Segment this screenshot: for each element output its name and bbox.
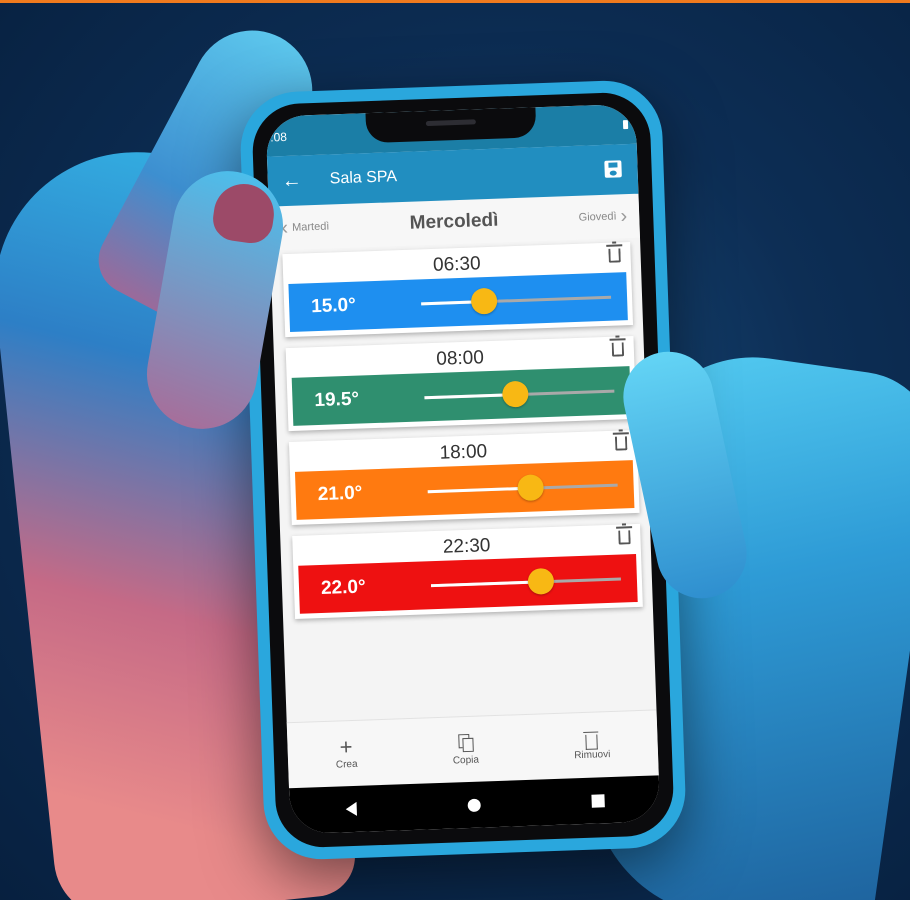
- temperature-slider[interactable]: [421, 287, 612, 315]
- back-arrow-icon[interactable]: ←: [281, 169, 312, 193]
- slider-fill: [430, 579, 542, 587]
- page-title: Sala SPA: [329, 168, 398, 188]
- previous-day-button[interactable]: ‹ Martedì: [277, 215, 330, 240]
- create-button[interactable]: + Crea: [335, 734, 358, 771]
- previous-day-label: Martedì: [291, 220, 330, 234]
- schedule-list: 06:30 15.0° 08:00 19.5° 18:00 21.0° 22:3…: [270, 238, 653, 620]
- slider-fill: [427, 486, 531, 493]
- nav-back-icon[interactable]: [345, 801, 357, 817]
- slider-thumb[interactable]: [527, 567, 555, 595]
- phone-bezel: :08 ← Sala SPA ‹ Martedì Mercoledì Giove…: [251, 91, 675, 849]
- phone-screen: :08 ← Sala SPA ‹ Martedì Mercoledì Giove…: [265, 103, 661, 835]
- nav-home-icon[interactable]: [466, 798, 481, 812]
- schedule-slot: 18:00 21.0°: [288, 429, 640, 526]
- nav-recents-icon[interactable]: [590, 793, 605, 808]
- battery-icon: [622, 120, 629, 130]
- create-label: Crea: [335, 758, 358, 771]
- temperature-slider[interactable]: [427, 473, 618, 501]
- trash-icon: [585, 733, 599, 750]
- copy-label: Copia: [452, 754, 480, 767]
- slot-temperature: 22.0°: [320, 576, 366, 600]
- plus-icon: +: [339, 734, 353, 760]
- speaker-grille: [425, 119, 476, 127]
- remove-button[interactable]: Rimuovi: [573, 730, 611, 761]
- chevron-right-icon: ›: [620, 204, 628, 227]
- top-accent-stripe: [0, 0, 910, 3]
- schedule-slot: 08:00 19.5°: [285, 335, 637, 432]
- slider-thumb[interactable]: [470, 287, 498, 315]
- delete-slot-icon[interactable]: [614, 436, 628, 451]
- phone-device: :08 ← Sala SPA ‹ Martedì Mercoledì Giove…: [238, 78, 688, 862]
- slot-temperature: 19.5°: [314, 388, 360, 412]
- slot-temperature: 21.0°: [317, 482, 363, 506]
- slider-thumb[interactable]: [502, 380, 529, 408]
- delete-slot-icon[interactable]: [618, 530, 631, 545]
- temperature-slider[interactable]: [424, 380, 615, 408]
- delete-slot-icon[interactable]: [608, 248, 621, 263]
- delete-slot-icon[interactable]: [611, 342, 625, 357]
- slot-temperature: 15.0°: [310, 294, 357, 318]
- next-day-button[interactable]: Giovedì ›: [578, 204, 631, 229]
- next-day-label: Giovedì: [578, 210, 617, 224]
- save-icon[interactable]: [604, 160, 622, 178]
- remove-label: Rimuovi: [574, 748, 611, 761]
- copy-button[interactable]: Copia: [452, 733, 480, 767]
- schedule-slot: 22:30 22.0°: [292, 523, 643, 619]
- status-time: :08: [270, 129, 288, 145]
- temperature-slider[interactable]: [430, 567, 621, 595]
- slider-thumb[interactable]: [516, 473, 544, 501]
- schedule-slot: 06:30 15.0°: [282, 242, 634, 338]
- current-day-label: Mercoledì: [409, 209, 499, 234]
- copy-icon: [457, 733, 474, 756]
- phone-notch: [365, 107, 537, 144]
